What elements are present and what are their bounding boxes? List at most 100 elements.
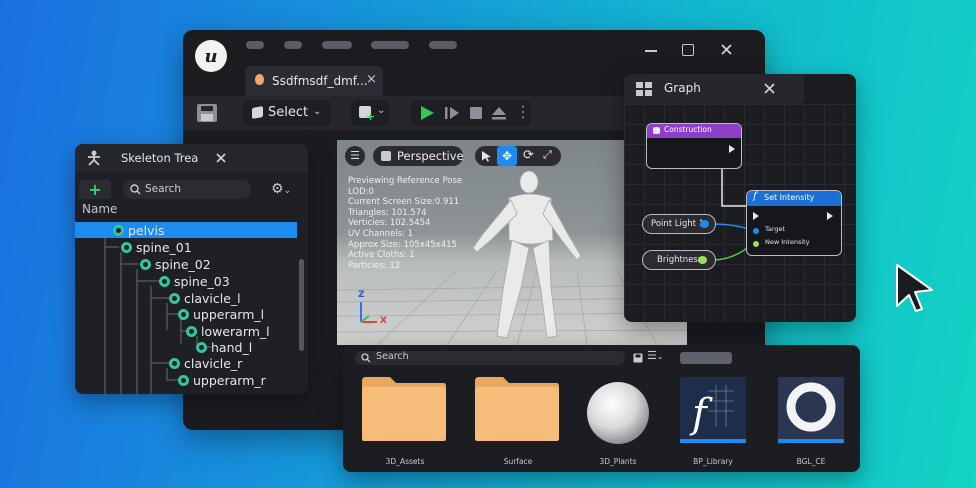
select-cursor-icon[interactable] (481, 150, 492, 162)
perspective-label: Perspective (397, 149, 464, 163)
asset-3d-plants[interactable]: 3D_Plants (573, 377, 663, 466)
search-icon (361, 353, 371, 363)
tree-row-upperarm-r[interactable]: upperarm_r (178, 372, 266, 388)
add-plus-icon: + (366, 110, 376, 123)
bone-icon (113, 224, 124, 236)
tab-close-icon[interactable]: × (366, 72, 377, 87)
menu-item-window[interactable] (322, 41, 352, 49)
new-intensity-pin-icon[interactable] (753, 241, 759, 247)
eject-icon[interactable] (491, 105, 507, 121)
step-icon[interactable] (444, 105, 460, 121)
content-search-input[interactable]: Search (355, 351, 625, 365)
menu-item-edit[interactable] (284, 41, 302, 49)
float-pin-icon[interactable] (698, 256, 707, 264)
ring-material-icon (778, 377, 844, 443)
tree-row-clavicle-l[interactable]: clavicle_l (169, 290, 241, 306)
new-intensity-pin-label: New Intensity (765, 238, 810, 246)
asset-label: Surface (503, 457, 533, 466)
rotate-icon[interactable]: ⟳ (523, 148, 534, 163)
tree-row-lowerarm-l[interactable]: lowerarm_l (186, 323, 270, 339)
menu-item-tools[interactable] (371, 41, 409, 49)
save-icon[interactable] (196, 103, 218, 123)
menu-item-help[interactable] (429, 41, 457, 49)
asset-3d-assets[interactable]: 3D_Assets (360, 377, 450, 466)
construction-title: Construction (664, 125, 712, 134)
point-light-label: Point Light 1 (651, 219, 705, 229)
exec-pin-icon[interactable] (729, 145, 735, 153)
point-light-variable[interactable]: Point Light 1 (642, 214, 716, 234)
asset-surface[interactable]: Surface (473, 377, 563, 466)
filter-icon[interactable]: ☰⌄ (647, 349, 664, 362)
stop-icon[interactable] (468, 105, 484, 121)
tree-row-spine-03[interactable]: spine_03 (159, 273, 230, 289)
construction-node[interactable]: Construction (646, 123, 742, 169)
close-window-icon[interactable] (721, 44, 732, 55)
select-cube-icon (252, 106, 263, 119)
bone-name: spine_03 (174, 273, 230, 289)
asset-bgl-ce[interactable]: BGL_CE (766, 377, 856, 466)
menu-item-file[interactable] (246, 41, 264, 49)
chevron-down-icon: ⌄ (377, 105, 386, 116)
tree-row-pelvis[interactable]: pelvis (113, 222, 164, 238)
minimize-button[interactable] (645, 50, 657, 52)
asset-label: 3D_Plants (599, 457, 637, 466)
perspective-dropdown[interactable]: Perspective (373, 146, 464, 166)
tree-row-spine-02[interactable]: spine_02 (140, 256, 211, 272)
bone-icon (159, 275, 170, 287)
select-mode-dropdown[interactable]: Select ⌄ (243, 100, 331, 126)
brightness-variable[interactable]: Brightness (642, 250, 716, 270)
add-actor-dropdown[interactable]: + ⌄ (351, 100, 389, 126)
object-pin-icon[interactable] (700, 220, 709, 228)
asset-bp-library[interactable]: f BP_Library (668, 377, 758, 466)
save-all-icon[interactable] (633, 353, 643, 363)
translate-tool-button[interactable]: ✥ (497, 146, 517, 166)
stat-line: Current Screen Size:0.911 (348, 197, 460, 208)
bone-icon (121, 241, 132, 253)
tab-document[interactable]: Ssdfmsdf_dmf... × (245, 66, 383, 96)
graph-panel: Graph Construction f Set Intensity Targe… (624, 74, 856, 322)
bone-name: spine_01 (136, 239, 192, 255)
selected-row-highlight (75, 222, 297, 238)
stat-line: Previewing Reference Pose (348, 176, 463, 186)
exec-out-pin-icon[interactable] (827, 212, 833, 220)
perspective-cube-icon (381, 151, 391, 161)
tree-row-hand-l[interactable]: hand_l (196, 339, 252, 355)
set-intensity-node[interactable]: f Set Intensity Target New Intensity (746, 190, 842, 256)
actor-icon (255, 74, 264, 85)
target-pin-icon[interactable] (753, 228, 759, 234)
construction-function-icon (653, 127, 660, 134)
viewport-menu-button[interactable]: ☰ (345, 146, 365, 166)
play-icon[interactable] (419, 105, 435, 121)
chevron-down-icon: ⌄ (313, 106, 322, 117)
axis-x-label: X (380, 316, 387, 326)
path-breadcrumb[interactable] (680, 352, 732, 364)
bone-name: spine_02 (155, 256, 211, 272)
exec-in-pin-icon[interactable] (753, 212, 759, 220)
scale-icon[interactable]: ⤢ (543, 148, 552, 162)
restore-button[interactable] (682, 44, 694, 56)
set-intensity-header: f Set Intensity (747, 191, 841, 206)
bone-icon (178, 308, 189, 320)
asset-label: BGL_CE (796, 457, 826, 466)
bone-name: clavicle_r (184, 355, 243, 371)
select-label: Select (268, 105, 309, 120)
tree-row-clavicle-r[interactable]: clavicle_r (169, 355, 242, 371)
tree-scrollbar[interactable] (299, 259, 304, 351)
bone-icon (178, 374, 189, 386)
stat-line: LOD:0 (348, 186, 374, 197)
tree-row-upperarm-l[interactable]: upperarm_l (178, 306, 264, 322)
more-options-icon[interactable]: ⋮ (515, 103, 531, 121)
axis-gizmo (360, 302, 377, 323)
asset-label: 3D_Assets (385, 457, 425, 466)
bone-name: upperarm_r (193, 372, 266, 388)
bone-icon (169, 292, 180, 304)
unreal-logo: u (195, 40, 227, 72)
folder-icon (475, 377, 559, 441)
axis-z-label: Z (358, 290, 365, 300)
mannequin (472, 170, 582, 339)
tree-row-spine-01[interactable]: spine_01 (121, 239, 192, 255)
blueprint-function-icon: f (680, 377, 746, 443)
bone-name: upperarm_l (193, 306, 265, 322)
viewport-stats: Previewing Reference Pose LOD:0 Current … (348, 176, 462, 271)
transform-tools: ✥ ⟳ ⤢ (475, 146, 561, 166)
